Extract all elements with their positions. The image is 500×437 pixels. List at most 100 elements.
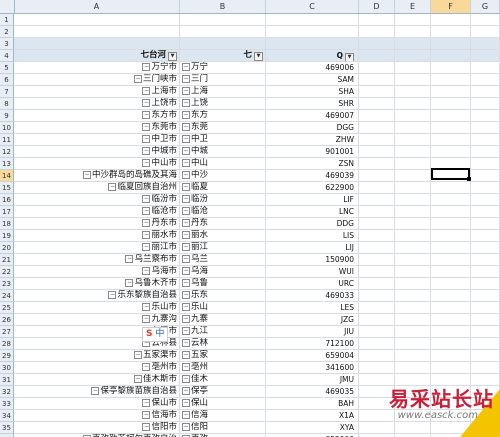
collapse-toggle-icon[interactable]: − [125, 255, 134, 263]
code-cell[interactable]: 469007 [266, 110, 359, 122]
cell[interactable] [395, 134, 431, 146]
short-name-cell[interactable]: − 上饶 [180, 98, 266, 110]
cell[interactable] [359, 62, 395, 74]
cell[interactable] [471, 362, 500, 374]
cell[interactable] [395, 86, 431, 98]
collapse-toggle-icon[interactable]: − [182, 399, 190, 407]
collapse-toggle-icon[interactable]: − [108, 291, 117, 299]
cell[interactable] [395, 122, 431, 134]
column-header-f[interactable]: F [431, 0, 471, 13]
short-name-cell[interactable]: − 中城 [180, 146, 266, 158]
column-header-c[interactable]: C [266, 0, 359, 13]
row-number[interactable]: 18 [0, 218, 14, 230]
filter-dropdown-icon[interactable]: ▼ [254, 52, 263, 61]
city-name-cell[interactable]: − 保亭黎族苗族自治县 [14, 386, 180, 398]
cell[interactable] [359, 278, 395, 290]
collapse-toggle-icon[interactable]: − [182, 315, 190, 323]
cell[interactable] [266, 26, 359, 38]
filter-dropdown-icon[interactable]: ▼ [168, 52, 177, 61]
collapse-toggle-icon[interactable]: − [142, 99, 151, 107]
cell[interactable] [395, 254, 431, 266]
city-name-cell[interactable]: − 中卫市 [14, 134, 180, 146]
city-name-cell[interactable]: − 五家渠市 [14, 350, 180, 362]
row-number[interactable]: 19 [0, 230, 14, 242]
cell[interactable] [431, 14, 471, 26]
cell[interactable] [359, 290, 395, 302]
city-name-cell[interactable]: − 信海市 [14, 410, 180, 422]
cell[interactable] [359, 230, 395, 242]
cell[interactable] [431, 254, 471, 266]
collapse-toggle-icon[interactable]: − [142, 63, 151, 71]
code-cell[interactable]: 341600 [266, 362, 359, 374]
cell[interactable] [471, 86, 500, 98]
row-number[interactable]: 15 [0, 182, 14, 194]
code-cell[interactable]: 901001 [266, 146, 359, 158]
cell[interactable] [471, 194, 500, 206]
cell[interactable] [359, 314, 395, 326]
code-cell[interactable]: JZG [266, 314, 359, 326]
cell[interactable] [431, 230, 471, 242]
row-number[interactable]: 11 [0, 134, 14, 146]
cell[interactable] [395, 158, 431, 170]
cell[interactable] [431, 242, 471, 254]
city-name-cell[interactable]: − 中沙群岛的岛礁及其海 [14, 170, 180, 182]
short-name-cell[interactable]: − 乌海 [180, 266, 266, 278]
code-cell[interactable]: DDG [266, 218, 359, 230]
collapse-toggle-icon[interactable]: − [182, 423, 190, 431]
cell[interactable] [431, 26, 471, 38]
cell[interactable] [180, 26, 266, 38]
cell[interactable] [395, 14, 431, 26]
cell[interactable] [471, 302, 500, 314]
collapse-toggle-icon[interactable]: − [182, 327, 190, 335]
cell[interactable] [471, 338, 500, 350]
cell[interactable] [395, 170, 431, 182]
short-name-cell[interactable]: − 东莞 [180, 122, 266, 134]
row-number[interactable]: 3 [0, 38, 14, 50]
collapse-toggle-icon[interactable]: − [142, 303, 151, 311]
code-cell[interactable]: 469006 [266, 62, 359, 74]
row-number[interactable]: 24 [0, 290, 14, 302]
code-cell[interactable]: JIU [266, 326, 359, 338]
code-cell[interactable]: LNC [266, 206, 359, 218]
collapse-toggle-icon[interactable]: − [91, 387, 100, 395]
short-name-cell[interactable]: − 乌兰 [180, 254, 266, 266]
code-cell[interactable]: DGG [266, 122, 359, 134]
collapse-toggle-icon[interactable]: − [142, 147, 151, 155]
cell[interactable] [471, 206, 500, 218]
row-number[interactable]: 7 [0, 86, 14, 98]
cell[interactable] [395, 290, 431, 302]
row-number[interactable]: 35 [0, 422, 14, 434]
collapse-toggle-icon[interactable]: − [182, 303, 190, 311]
cell[interactable] [359, 362, 395, 374]
city-name-cell[interactable]: − 乌鲁木齐市 [14, 278, 180, 290]
collapse-toggle-icon[interactable]: − [142, 195, 151, 203]
short-name-cell[interactable]: − 丹东 [180, 218, 266, 230]
collapse-toggle-icon[interactable]: − [182, 375, 190, 383]
short-name-cell[interactable]: − 上海 [180, 86, 266, 98]
cell[interactable] [431, 98, 471, 110]
cell[interactable] [395, 26, 431, 38]
cell[interactable] [431, 122, 471, 134]
row-number[interactable]: 16 [0, 194, 14, 206]
cell[interactable] [395, 230, 431, 242]
city-name-cell[interactable]: − 临汾市 [14, 194, 180, 206]
collapse-toggle-icon[interactable]: − [142, 207, 151, 215]
collapse-toggle-icon[interactable]: − [182, 135, 190, 143]
cell[interactable] [395, 302, 431, 314]
collapse-toggle-icon[interactable]: − [182, 195, 190, 203]
cell[interactable] [359, 122, 395, 134]
cell[interactable] [471, 26, 500, 38]
ime-toolbar[interactable]: S 中 [142, 327, 169, 342]
short-name-cell[interactable]: − 临沧 [180, 206, 266, 218]
cell[interactable] [395, 314, 431, 326]
collapse-toggle-icon[interactable]: − [182, 171, 190, 179]
row-number[interactable]: 27 [0, 326, 14, 338]
column-header-b[interactable]: B [180, 0, 266, 13]
collapse-toggle-icon[interactable]: − [182, 243, 190, 251]
city-name-cell[interactable]: − 上海市 [14, 86, 180, 98]
cell[interactable] [471, 230, 500, 242]
code-cell[interactable]: LIS [266, 230, 359, 242]
cell[interactable] [395, 350, 431, 362]
column-header-g[interactable]: G [471, 0, 500, 13]
cell[interactable] [14, 38, 180, 50]
